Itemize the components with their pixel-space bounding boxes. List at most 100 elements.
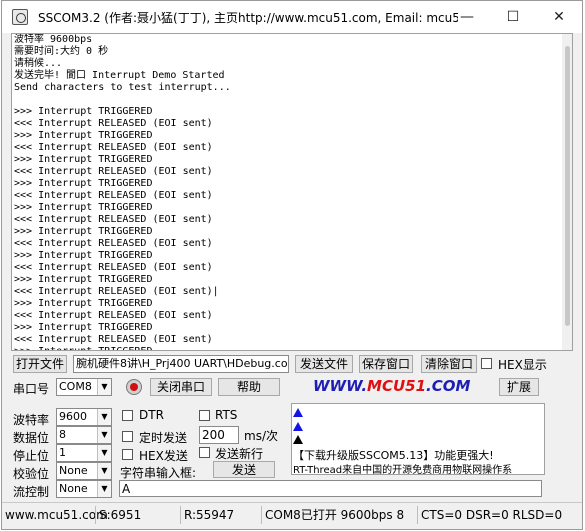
promo-line-2[interactable]: RT-Thread来自中国的开源免费商用物联网操作系 (293, 461, 543, 476)
chevron-down-icon[interactable]: ▼ (97, 463, 111, 479)
status-received-count: R:55947 (180, 506, 234, 524)
clear-window-button[interactable]: 清除窗口 (421, 355, 477, 373)
status-bar: www.mcu51.com S:6951 R:55947 COM8已打开 960… (2, 502, 582, 528)
output-line: >>> Interrupt TRIGGERED (14, 106, 153, 117)
maximize-button[interactable]: ☐ (490, 1, 536, 33)
output-line: 波特率 9600bps (14, 34, 93, 45)
chevron-down-icon[interactable]: ▼ (97, 409, 111, 425)
baud-select[interactable]: 9600 ▼ (56, 408, 112, 426)
port-select[interactable]: COM8 ▼ (56, 378, 112, 396)
interval-input[interactable]: 200 (199, 426, 239, 444)
output-line: >>> Interrupt TRIGGERED (14, 226, 153, 237)
timed-send-checkbox[interactable] (122, 431, 133, 442)
stopbits-label: 停止位 (13, 449, 50, 463)
save-window-button[interactable]: 保存窗口 (359, 355, 413, 373)
status-site: www.mcu51.com (5, 508, 108, 522)
output-line: <<< Interrupt RELEASED (EOI sent)| (14, 286, 219, 297)
dtr-checkbox[interactable] (122, 410, 133, 421)
flow-label: 流控制 (13, 485, 50, 499)
output-line: <<< Interrupt RELEASED (EOI sent) (14, 190, 213, 201)
file-path-input[interactable]: 腕机硬件8讲\H_Prj400 UART\HDebug.com (73, 355, 289, 373)
port-label: 串口号 (13, 382, 50, 396)
port-status-icon (126, 379, 142, 395)
parity-select[interactable]: None ▼ (56, 462, 112, 480)
output-line: >>> Interrupt TRIGGERED (14, 250, 153, 261)
timed-send-label: 定时发送 (139, 431, 188, 445)
close-port-button[interactable]: 关闭串口 (150, 378, 212, 396)
rts-checkbox[interactable] (199, 410, 210, 421)
output-line: <<< Interrupt RELEASED (EOI sent) (14, 238, 213, 249)
status-sent-count: S:6951 (95, 506, 141, 524)
up-arrow-icon[interactable] (293, 408, 303, 417)
status-line-signals: CTS=0 DSR=0 RLSD=0 (417, 506, 562, 524)
output-line: <<< Interrupt RELEASED (EOI sent) (14, 310, 213, 321)
parity-value: None (59, 464, 88, 477)
parity-label: 校验位 (13, 467, 50, 481)
status-port-state: COM8已打开 9600bps 8 (261, 506, 404, 524)
up-arrow-icon[interactable] (293, 435, 303, 444)
port-value: COM8 (59, 380, 92, 393)
app-icon (12, 9, 28, 25)
output-line: 发送完毕! 閬口 Interrupt Demo Started (14, 70, 225, 81)
send-newline-checkbox[interactable] (199, 447, 210, 458)
output-line: >>> Interrupt TRIGGERED (14, 154, 153, 165)
output-line: <<< Interrupt RELEASED (EOI sent) (14, 142, 213, 153)
mcu51-logo: WWW.MCU51.COM (313, 377, 471, 395)
output-text: 波特率 9600bps 需要时间:大约 0 秒请稍候... 发送完毕! 閬口 Int… (14, 34, 231, 350)
sscom-window: SSCOM3.2 (作者:聂小猛(丁丁), 主页http://www.mcu51… (1, 0, 583, 530)
flow-value: None (59, 482, 88, 495)
promo-panel: 【下载升级版SSCOM5.13】功能更强大! RT-Thread来自中国的开源免… (291, 403, 545, 476)
output-line: 请稍候... (14, 58, 63, 69)
receive-output-area[interactable]: 波特率 9600bps 需要时间:大约 0 秒请稍候... 发送完毕! 閬口 Int… (11, 33, 573, 351)
output-line: <<< Interrupt RELEASED (EOI sent) (14, 118, 213, 129)
databits-value: 8 (59, 428, 66, 441)
output-line: <<< Interrupt RELEASED (EOI sent) (14, 166, 213, 177)
baud-label: 波特率 (13, 413, 50, 427)
title-bar[interactable]: SSCOM3.2 (作者:聂小猛(丁丁), 主页http://www.mcu51… (2, 1, 582, 33)
rts-label: RTS (215, 408, 238, 422)
interval-unit: ms/次 (244, 429, 278, 443)
output-line: 需要时间:大约 0 秒 (14, 46, 109, 57)
output-line: >>> Interrupt TRIGGERED (14, 346, 231, 350)
chevron-down-icon[interactable]: ▼ (97, 379, 111, 395)
open-file-button[interactable]: 打开文件 (13, 355, 67, 373)
stopbits-select[interactable]: 1 ▼ (56, 444, 112, 462)
output-line: Send characters to test interrupt... (14, 82, 231, 93)
output-line: >>> Interrupt TRIGGERED (14, 202, 153, 213)
baud-value: 9600 (59, 410, 87, 423)
scrollbar-thumb[interactable] (565, 46, 570, 326)
chevron-down-icon[interactable]: ▼ (97, 445, 111, 461)
close-button[interactable]: ✕ (536, 1, 582, 33)
output-line: <<< Interrupt RELEASED (EOI sent) (14, 262, 213, 273)
send-file-button[interactable]: 发送文件 (295, 355, 353, 373)
input-label: 字符串输入框: (120, 466, 197, 480)
output-line: <<< Interrupt RELEASED (EOI sent) (14, 214, 213, 225)
send-button[interactable]: 发送 (213, 461, 275, 478)
flow-select[interactable]: None ▼ (56, 480, 112, 498)
up-arrow-icon[interactable] (293, 422, 303, 431)
databits-label: 数据位 (13, 431, 50, 445)
output-line: >>> Interrupt TRIGGERED (14, 130, 153, 141)
send-newline-label: 发送新行 (215, 447, 264, 461)
dtr-label: DTR (139, 408, 164, 422)
output-line: >>> Interrupt TRIGGERED (14, 274, 153, 285)
output-line: >>> Interrupt TRIGGERED (14, 298, 153, 309)
window-title: SSCOM3.2 (作者:聂小猛(丁丁), 主页http://www.mcu51… (38, 11, 458, 25)
stopbits-value: 1 (59, 446, 66, 459)
hex-display-checkbox[interactable] (481, 358, 492, 369)
output-line: <<< Interrupt RELEASED (EOI sent) (14, 334, 213, 345)
chevron-down-icon[interactable]: ▼ (97, 481, 111, 497)
minimize-button[interactable]: — (444, 1, 490, 33)
hex-send-checkbox[interactable] (122, 449, 133, 460)
string-input[interactable]: A (119, 480, 542, 497)
help-button[interactable]: 帮助 (218, 378, 280, 396)
output-line: >>> Interrupt TRIGGERED (14, 178, 153, 189)
output-line: >>> Interrupt TRIGGERED (14, 322, 153, 333)
vertical-scrollbar[interactable] (562, 34, 572, 350)
expand-button[interactable]: 扩展 (499, 378, 539, 396)
chevron-down-icon[interactable]: ▼ (97, 427, 111, 443)
hex-display-label: HEX显示 (498, 358, 547, 372)
databits-select[interactable]: 8 ▼ (56, 426, 112, 444)
hex-send-label: HEX发送 (139, 449, 188, 463)
